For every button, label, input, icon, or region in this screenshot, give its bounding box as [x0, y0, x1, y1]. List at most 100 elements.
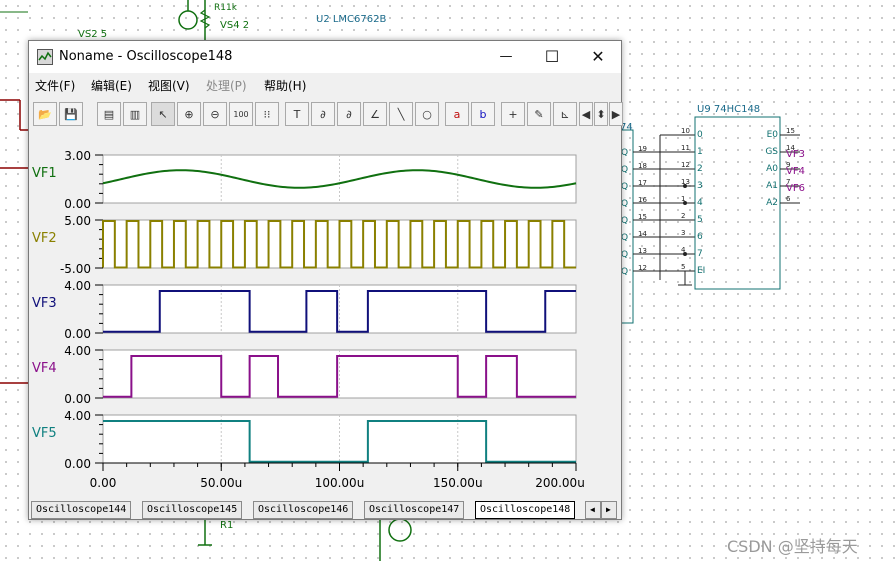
- r-bottom-label: R1: [220, 520, 234, 531]
- line-icon[interactable]: ╲: [389, 102, 413, 126]
- u9-label: U9 74HC148: [697, 104, 761, 115]
- tab-oscilloscope146[interactable]: Oscilloscope146: [253, 501, 354, 519]
- x-axis: 0.00 50.00u 100.00u 150.00u 200.00u: [90, 462, 585, 490]
- oscilloscope-plots: 3.00 0.00 VF1 5.00 -5.00 VF2 4.00 0.00 VF3 4.00 0.…: [32, 149, 585, 490]
- x-tick-label: 150.00u: [433, 476, 483, 490]
- scroll-left-icon[interactable]: ◀: [579, 102, 593, 126]
- u9-in-6: 6: [697, 232, 703, 242]
- menu-file[interactable]: 文件(F): [35, 77, 75, 94]
- trace-panel-vf2: 5.00 -5.00 VF2: [32, 214, 577, 276]
- q-6: Q: [621, 250, 629, 260]
- u9-pin-d: 13: [681, 178, 690, 186]
- u9-out-a0: A0: [766, 164, 778, 174]
- tab-oscilloscope145[interactable]: Oscilloscope145: [142, 501, 243, 519]
- y-tick-label: 0.00: [64, 197, 91, 211]
- trace-name: VF1: [32, 166, 57, 181]
- cursor-b-blue-icon[interactable]: b: [471, 102, 495, 126]
- u9-output-labels: E0 GS A0 A1 A2: [756, 127, 778, 212]
- trace-panel-vf5: 4.00 0.00 VF5: [32, 409, 577, 471]
- q-7: Q: [621, 267, 629, 277]
- title-bar[interactable]: Noname - Oscilloscope148 — ☐ ✕: [29, 41, 621, 73]
- paste-icon[interactable]: ▥: [123, 102, 147, 126]
- menu-help[interactable]: 帮助(H): [264, 77, 306, 94]
- y-tick-label: -5.00: [60, 262, 91, 276]
- menu-edit[interactable]: 编辑(E): [91, 77, 132, 94]
- u9-in-2: 2: [697, 164, 703, 174]
- maximize-button[interactable]: ☐: [529, 41, 575, 73]
- add-trace-icon[interactable]: +: [501, 102, 525, 126]
- y-tick-label: 5.00: [64, 214, 91, 228]
- trace-name: VF3: [32, 296, 57, 311]
- y-tick-label: 3.00: [64, 149, 91, 163]
- zoom-in-icon[interactable]: ⊕: [177, 102, 201, 126]
- u9-in-7: 7: [697, 249, 703, 259]
- u9-pin-b: 11: [681, 144, 690, 152]
- trace-panel-vf1: 3.00 0.00 VF1: [32, 149, 577, 211]
- y-tick-label: 0.00: [64, 327, 91, 341]
- tab-scroll-right-icon[interactable]: ▶: [601, 501, 617, 519]
- oscilloscope-window[interactable]: Noname - Oscilloscope148 — ☐ ✕ 文件(F) 编辑(…: [28, 40, 623, 520]
- lpin-3: 16: [638, 196, 647, 204]
- u9-out-a2: A2: [766, 198, 778, 208]
- probe-icon[interactable]: ✎: [527, 102, 551, 126]
- menu-bar: 文件(F) 编辑(E) 视图(V) 处理(P) 帮助(H): [29, 73, 621, 95]
- pointer-icon[interactable]: ↖: [151, 102, 175, 126]
- minimize-button[interactable]: —: [483, 41, 529, 73]
- u2-label: U2 LMC6762B: [316, 14, 387, 25]
- zoom-100-icon[interactable]: 100: [229, 102, 253, 126]
- copy-icon[interactable]: ▤: [97, 102, 121, 126]
- q-1: Q: [621, 165, 629, 175]
- u9-opin-0: 15: [786, 127, 795, 135]
- u9-in-3: 3: [697, 181, 703, 191]
- u9-out-gs: GS: [765, 147, 778, 157]
- trace-panel-vf4: 4.00 0.00 VF4: [32, 344, 577, 406]
- u9-in-ei: EI: [697, 266, 706, 276]
- close-button[interactable]: ✕: [575, 41, 621, 73]
- circle-icon[interactable]: ○: [415, 102, 439, 126]
- vs-left-label: VS2 5: [78, 29, 108, 40]
- lpin-4: 15: [638, 213, 647, 221]
- tab-scroll-left-icon[interactable]: ◀: [585, 501, 601, 519]
- q-3: Q: [621, 199, 629, 209]
- cursor-a-icon[interactable]: ∂: [311, 102, 335, 126]
- x-tick-label: 200.00u: [535, 476, 585, 490]
- u9-pin-f: 2: [681, 212, 686, 220]
- text-icon[interactable]: T: [285, 102, 309, 126]
- save-icon[interactable]: 💾: [59, 102, 83, 126]
- tab-oscilloscope147[interactable]: Oscilloscope147: [364, 501, 465, 519]
- tab-oscilloscope144[interactable]: Oscilloscope144: [31, 501, 132, 519]
- grid-icon[interactable]: ⁝⁝: [255, 102, 279, 126]
- u9-in-0: 0: [697, 130, 703, 140]
- y-tick-label: 0.00: [64, 392, 91, 406]
- plot-area: 3.00 0.00 VF1 5.00 -5.00 VF2 4.00 0.00 VF3 4.00 0.…: [29, 137, 621, 501]
- q-0: Q: [621, 148, 629, 158]
- watermark: CSDN @坚持每天: [727, 537, 858, 556]
- u9-out-e0: E0: [766, 130, 778, 140]
- q-4: Q: [621, 216, 629, 226]
- lpin-5: 14: [638, 230, 647, 238]
- q-5: Q: [621, 233, 629, 243]
- menu-process[interactable]: 处理(P): [206, 77, 247, 94]
- scroll-updown-icon[interactable]: ⬍: [594, 102, 608, 126]
- cursor-a-red-icon[interactable]: a: [445, 102, 469, 126]
- trace-name: VF4: [32, 361, 57, 376]
- menu-view[interactable]: 视图(V): [148, 77, 190, 94]
- vf-net-labels: VF3 VF4 VF6: [786, 146, 805, 197]
- marker-icon[interactable]: ⊾: [553, 102, 577, 126]
- vs-top-label: VS4 2: [220, 20, 250, 31]
- open-icon[interactable]: 📂: [33, 102, 57, 126]
- tangent-icon[interactable]: ∠: [363, 102, 387, 126]
- u9-input-pins: 10 11 12 13 1 2 3 4 5: [681, 123, 690, 276]
- x-tick-label: 50.00u: [200, 476, 242, 490]
- zoom-out-icon[interactable]: ⊖: [203, 102, 227, 126]
- y-tick-label: 4.00: [64, 279, 91, 293]
- scroll-right-icon[interactable]: ▶: [609, 102, 623, 126]
- trace-name: VF5: [32, 426, 57, 441]
- lpin-2: 17: [638, 179, 647, 187]
- cursor-b-icon[interactable]: ∂: [337, 102, 361, 126]
- y-tick-label: 4.00: [64, 344, 91, 358]
- left-chip-q-labels: Q Q Q Q Q Q Q Q: [621, 145, 628, 281]
- tab-oscilloscope148[interactable]: Oscilloscope148: [475, 501, 576, 519]
- lpin-6: 13: [638, 247, 647, 255]
- toolbar: 📂 💾 ▤ ▥ ↖ ⊕ ⊖ 100 ⁝⁝ T ∂ ∂ ∠ ╲ ○ a b + ✎ ⊾ ◀ ⬍ ▶: [31, 98, 623, 132]
